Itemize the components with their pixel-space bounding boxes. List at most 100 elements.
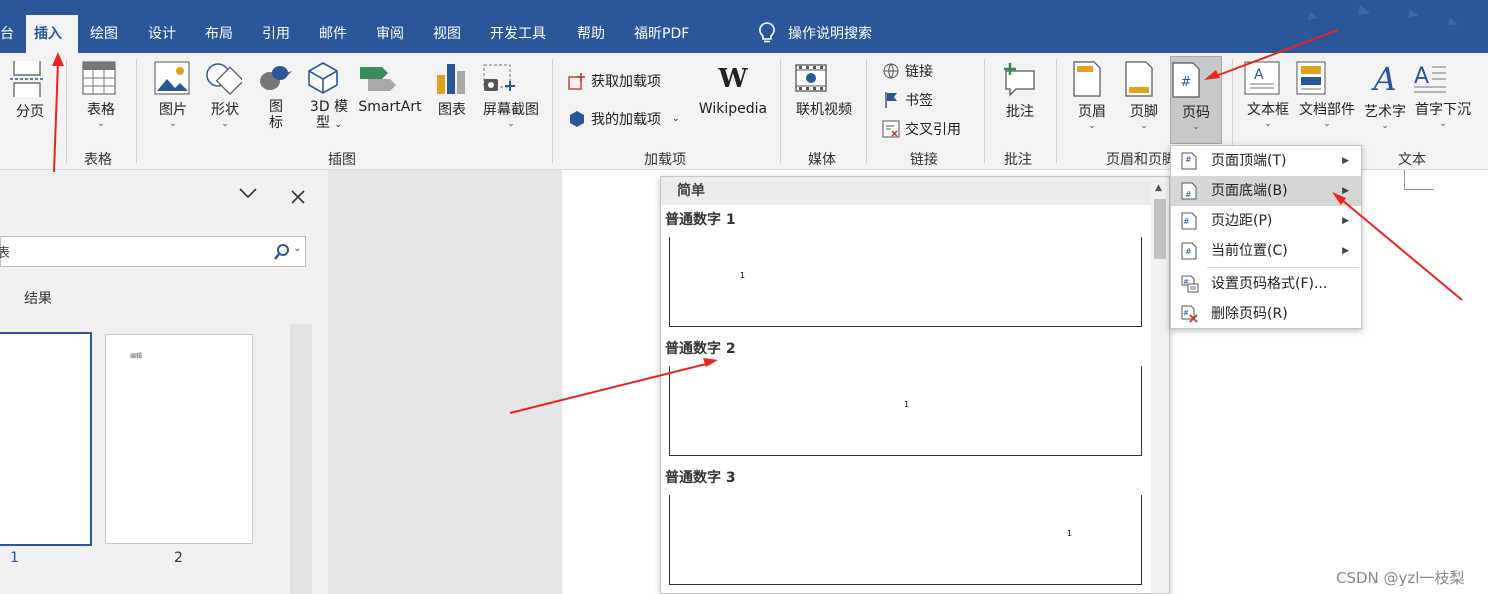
menu-item-format-page-numbers[interactable]: # 设置页码格式(F)... — [1171, 269, 1361, 299]
textbox-label: 文本框 — [1247, 102, 1289, 118]
bookmark-button[interactable]: 书签 — [882, 90, 933, 110]
globe-link-icon — [882, 62, 900, 80]
icons-label-line2: 标 — [269, 115, 283, 131]
tab-review[interactable]: 审阅 — [376, 15, 404, 53]
page-thumbnail-2[interactable]: 编辑 — [105, 334, 253, 544]
chevron-down-icon: ⌄ — [672, 114, 680, 124]
chart-label: 图表 — [438, 102, 466, 118]
group-label-media: 媒体 — [808, 152, 836, 168]
chevron-down-icon: ⌄ — [1323, 119, 1331, 129]
bookmark-flag-icon — [882, 91, 900, 109]
screenshot-button[interactable]: 屏幕截图 ⌄ — [480, 61, 542, 129]
tab-references[interactable]: 引用 — [262, 15, 290, 53]
quick-parts-button[interactable]: 文档部件 ⌄ — [1296, 61, 1358, 129]
gallery-item-plain-number-3[interactable]: 1 — [669, 495, 1142, 585]
link-button[interactable]: 链接 — [882, 61, 933, 81]
gallery-item-label: 普通数字 1 — [665, 212, 736, 228]
tab-view[interactable]: 视图 — [433, 15, 461, 53]
my-addins-button[interactable]: 我的加载项 ⌄ — [568, 109, 680, 129]
remove-page-number-icon: # — [1181, 305, 1199, 323]
chevron-down-icon: ⌄ — [1439, 119, 1447, 129]
online-video-button[interactable]: 联机视频 — [794, 61, 854, 119]
tab-mailings[interactable]: 邮件 — [319, 15, 347, 53]
menu-item-remove-page-numbers[interactable]: # 删除页码(R) — [1171, 299, 1361, 329]
chevron-up-icon[interactable]: ▲ — [1155, 183, 1162, 193]
footer-icon — [1124, 61, 1164, 97]
svg-text:#: # — [1185, 155, 1192, 164]
footer-button[interactable]: 页脚 ⌄ — [1124, 61, 1164, 131]
svg-text:A: A — [1254, 67, 1264, 83]
close-icon[interactable] — [290, 189, 306, 205]
chart-button[interactable]: 图表 — [434, 61, 470, 119]
margin-corner-mark — [1404, 170, 1434, 190]
menu-item-current-position[interactable]: # 当前位置(C) ▶ — [1171, 236, 1361, 266]
tab-layout[interactable]: 布局 — [205, 15, 233, 53]
gallery-scrollbar[interactable]: ▲ — [1151, 177, 1169, 593]
group-separator — [136, 59, 137, 163]
3d-models-button[interactable]: 3D 模 型 ⌄ — [306, 61, 352, 133]
gallery-item-label: 普通数字 3 — [665, 470, 736, 486]
chevron-down-icon: ⌄ — [169, 119, 177, 129]
nav-search-input[interactable]: 表 ⌄ — [0, 236, 306, 267]
menu-item-bottom-of-page[interactable]: # 页面底端(B) ▶ — [1171, 176, 1361, 206]
tell-me-search[interactable]: 操作说明搜索 — [758, 22, 872, 44]
new-comment-button[interactable]: 批注 — [1000, 61, 1040, 121]
tab-foxit-pdf[interactable]: 福昕PDF — [634, 15, 689, 53]
nav-scrollbar[interactable] — [290, 324, 312, 594]
gallery-item-plain-number-2[interactable]: 1 — [669, 366, 1142, 456]
chevron-down-icon: ⌄ — [97, 119, 105, 129]
smartart-button[interactable]: SmartArt — [358, 61, 422, 115]
tab-start-partial[interactable]: 台 — [0, 15, 14, 53]
get-addins-button[interactable]: 获取加载项 — [568, 71, 661, 91]
tab-help[interactable]: 帮助 — [577, 15, 605, 53]
page-break-icon — [10, 61, 50, 97]
menu-separator — [1207, 267, 1359, 268]
wikipedia-label: Wikipedia — [698, 101, 768, 117]
group-separator — [66, 59, 67, 163]
textbox-button[interactable]: A 文本框 ⌄ — [1244, 61, 1292, 129]
header-button[interactable]: 页眉 ⌄ — [1072, 61, 1112, 131]
cross-reference-button[interactable]: 交叉引用 — [882, 119, 961, 139]
group-label-illustrations: 插图 — [328, 152, 356, 168]
page-thumbnail-1[interactable] — [0, 332, 92, 546]
chevron-down-icon[interactable]: ⌄ — [293, 243, 301, 254]
tab-results[interactable]: 结果 — [24, 288, 52, 308]
shapes-icon — [204, 61, 246, 95]
tab-draw[interactable]: 绘图 — [90, 15, 118, 53]
group-label-tables: 表格 — [84, 152, 112, 168]
tab-developer[interactable]: 开发工具 — [490, 15, 546, 53]
film-icon — [794, 61, 854, 95]
group-separator — [552, 59, 553, 163]
menu-item-top-of-page[interactable]: # 页面顶端(T) ▶ — [1171, 146, 1361, 176]
icons-button[interactable]: 图 标 — [258, 61, 294, 131]
page-number-button[interactable]: # 页码 ⌄ — [1170, 56, 1222, 144]
search-icon[interactable] — [273, 243, 291, 261]
table-button[interactable]: 表格 ⌄ — [82, 61, 120, 129]
page-break-button[interactable]: 分页 — [10, 61, 50, 121]
svg-text:#: # — [1183, 309, 1189, 317]
tell-me-label: 操作说明搜索 — [788, 26, 872, 42]
wordart-button[interactable]: A 艺术字 ⌄ — [1362, 61, 1408, 131]
chevron-down-icon: ⌄ — [507, 119, 515, 129]
chevron-down-icon[interactable] — [238, 186, 258, 200]
page-bottom-icon: # — [1181, 182, 1197, 200]
chevron-down-icon: ⌄ — [1088, 121, 1096, 131]
group-separator — [866, 59, 867, 163]
page-number-preview: 1 — [740, 271, 746, 280]
gallery-item-plain-number-1[interactable]: 1 — [669, 237, 1142, 327]
menu-item-label: 设置页码格式(F)... — [1211, 276, 1328, 292]
scroll-thumb[interactable] — [1154, 199, 1166, 259]
svg-text:#: # — [1185, 247, 1192, 256]
page-number-label: 页码 — [1182, 105, 1210, 121]
menu-item-page-margins[interactable]: # 页边距(P) ▶ — [1171, 206, 1361, 236]
wikipedia-button[interactable]: W Wikipedia — [696, 61, 770, 117]
navigation-pane: 表 ⌄ 结果 1 编辑 2 — [0, 170, 328, 594]
drop-cap-icon: A — [1412, 61, 1474, 95]
drop-cap-button[interactable]: A 首字下沉 ⌄ — [1412, 61, 1474, 129]
tab-insert[interactable]: 插入 — [26, 15, 78, 53]
picture-button[interactable]: 图片 ⌄ — [154, 61, 192, 129]
submenu-arrow-icon: ▶ — [1342, 156, 1349, 166]
shapes-button[interactable]: 形状 ⌄ — [204, 61, 246, 129]
wikipedia-icon: W — [718, 64, 748, 94]
tab-design[interactable]: 设计 — [148, 15, 176, 53]
